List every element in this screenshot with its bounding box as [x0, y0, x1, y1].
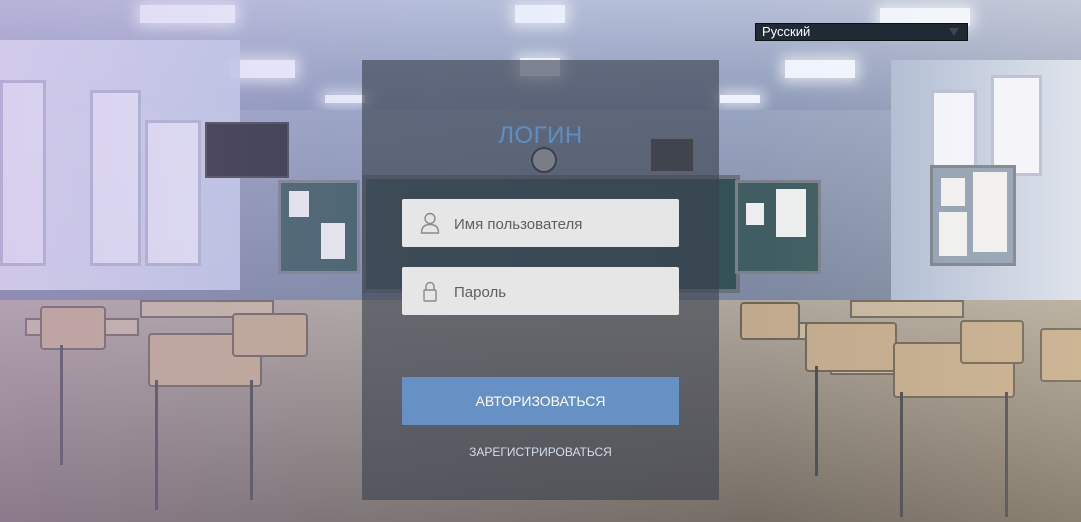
chevron-down-icon: [949, 28, 959, 36]
register-link[interactable]: ЗАРЕГИСТРИРОВАТЬСЯ: [362, 445, 719, 459]
login-panel: ЛОГИН АВТОРИЗОВАТЬСЯ ЗАРЕГИСТРИРОВАТЬСЯ: [362, 60, 719, 500]
password-field[interactable]: [402, 267, 679, 317]
login-button[interactable]: АВТОРИЗОВАТЬСЯ: [402, 377, 679, 425]
user-icon: [420, 212, 440, 234]
password-input[interactable]: [452, 267, 676, 317]
language-select[interactable]: Русский: [755, 23, 968, 41]
username-input[interactable]: [452, 199, 676, 249]
lock-icon: [423, 281, 437, 302]
login-title: ЛОГИН: [498, 122, 583, 149]
username-field[interactable]: [402, 199, 679, 249]
language-select-value: Русский: [762, 24, 811, 39]
